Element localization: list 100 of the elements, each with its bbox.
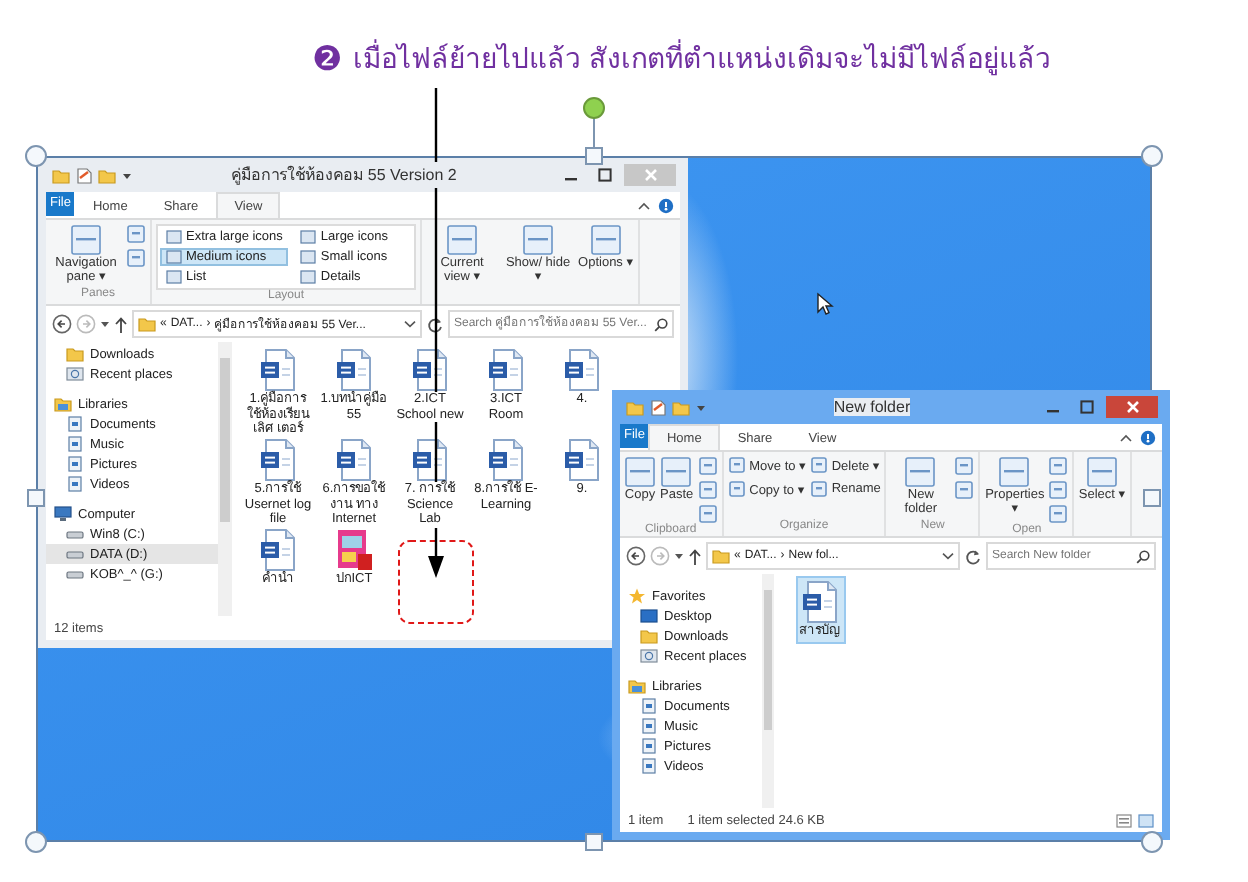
search-icon[interactable] (654, 317, 668, 331)
tool-icon[interactable] (809, 480, 828, 498)
up-arrow-icon[interactable] (114, 315, 128, 333)
tool-icon[interactable] (70, 224, 102, 256)
folder-icon (626, 399, 644, 415)
recent-places-icon (66, 366, 84, 382)
chevron-up-icon[interactable] (638, 201, 650, 209)
tool-icon[interactable] (1048, 456, 1069, 476)
document-icon (258, 528, 298, 572)
resize-handle[interactable] (25, 831, 47, 853)
tool-icon[interactable] (954, 480, 975, 500)
dropdown-icon[interactable] (942, 552, 954, 560)
rotate-handle[interactable] (583, 97, 605, 119)
document-icon (258, 438, 298, 482)
tool-icon[interactable] (697, 504, 718, 524)
tool-icon[interactable] (1048, 480, 1069, 500)
document-icon (334, 348, 374, 392)
back-icon[interactable] (52, 314, 72, 334)
document-icon (562, 438, 602, 482)
library-icon (640, 758, 658, 774)
pdf-thumbnail-icon (334, 528, 374, 572)
window-title: New folder (833, 398, 911, 416)
tool-icon[interactable] (998, 456, 1031, 488)
resize-handle[interactable] (1141, 831, 1163, 853)
libraries-icon (54, 396, 72, 412)
resize-handle[interactable] (25, 145, 47, 167)
folder-icon (672, 399, 690, 415)
document-icon (334, 438, 374, 482)
library-icon (66, 416, 84, 432)
libraries-icon (628, 678, 646, 694)
scrollbar[interactable] (218, 342, 232, 616)
caret-icon[interactable] (674, 552, 684, 560)
tool-icon[interactable] (589, 224, 622, 256)
resize-handle[interactable] (1141, 145, 1163, 167)
document-icon (800, 580, 840, 624)
close-button[interactable] (1106, 396, 1158, 418)
tool-icon[interactable] (697, 480, 718, 500)
computer-icon (54, 506, 72, 522)
properties-icon[interactable] (76, 167, 92, 183)
step-number: ❷ (312, 38, 343, 84)
folder-icon (52, 167, 70, 183)
maximize-icon (597, 168, 611, 182)
tool-icon[interactable] (126, 224, 146, 244)
tool-icon[interactable] (697, 456, 718, 476)
recent-places-icon (640, 648, 658, 664)
library-icon (640, 718, 658, 734)
large-icons-view-icon[interactable] (1138, 813, 1154, 827)
tool-icon[interactable] (522, 224, 555, 256)
library-icon (66, 436, 84, 452)
tool-icon[interactable] (727, 456, 746, 474)
library-icon (66, 456, 84, 472)
tool-icon[interactable] (1048, 504, 1069, 524)
refresh-icon[interactable] (964, 547, 982, 565)
scrollbar[interactable] (762, 574, 774, 808)
library-icon (66, 476, 84, 492)
library-icon (640, 698, 658, 714)
details-view-icon[interactable] (1116, 813, 1132, 827)
folder-icon (712, 548, 730, 564)
search-icon[interactable] (1136, 549, 1150, 563)
document-icon (410, 348, 450, 392)
tool-icon[interactable] (727, 480, 746, 498)
document-icon (410, 438, 450, 482)
refresh-icon[interactable] (426, 315, 444, 333)
tool-icon[interactable] (954, 456, 975, 476)
window-title: คู่มือการใช้ห้องคอม 55 Version 2 (231, 162, 457, 188)
tool-icon[interactable] (809, 456, 828, 474)
close-icon (643, 168, 657, 182)
folder-icon (98, 167, 116, 183)
desktop-icon (640, 608, 658, 624)
caret-icon[interactable] (122, 171, 132, 179)
resize-handle[interactable] (585, 833, 603, 851)
back-icon[interactable] (626, 546, 646, 566)
cursor-icon (817, 292, 834, 315)
chevron-up-icon[interactable] (1120, 433, 1132, 441)
tool-icon[interactable] (660, 456, 693, 488)
library-icon (640, 738, 658, 754)
star-icon (628, 588, 646, 604)
folder-icon (640, 628, 658, 644)
tool-icon[interactable] (126, 248, 146, 268)
tool-icon[interactable] (904, 456, 937, 488)
help-icon[interactable] (658, 197, 674, 213)
dropdown-icon[interactable] (404, 320, 416, 328)
up-arrow-icon[interactable] (688, 547, 702, 565)
caption-text: เมื่อไฟล์ย้ายไปแล้ว สังเกตที่ตำแหน่งเดิมจะไม่มีไฟล์อยู่แล้ว (352, 36, 1052, 84)
caret-icon[interactable] (696, 403, 706, 411)
tool-icon[interactable] (624, 456, 656, 488)
resize-handle[interactable] (27, 489, 45, 507)
properties-icon[interactable] (650, 399, 666, 415)
caret-icon[interactable] (100, 320, 110, 328)
document-icon (486, 348, 526, 392)
document-icon (562, 348, 602, 392)
document-icon (486, 438, 526, 482)
resize-handle[interactable] (1143, 489, 1161, 507)
tool-icon[interactable] (446, 224, 479, 256)
resize-handle[interactable] (585, 147, 603, 165)
folder-icon (66, 346, 84, 362)
tool-icon[interactable] (1085, 456, 1118, 488)
help-icon[interactable] (1140, 429, 1156, 445)
folder-icon (138, 316, 156, 332)
document-icon (258, 348, 298, 392)
